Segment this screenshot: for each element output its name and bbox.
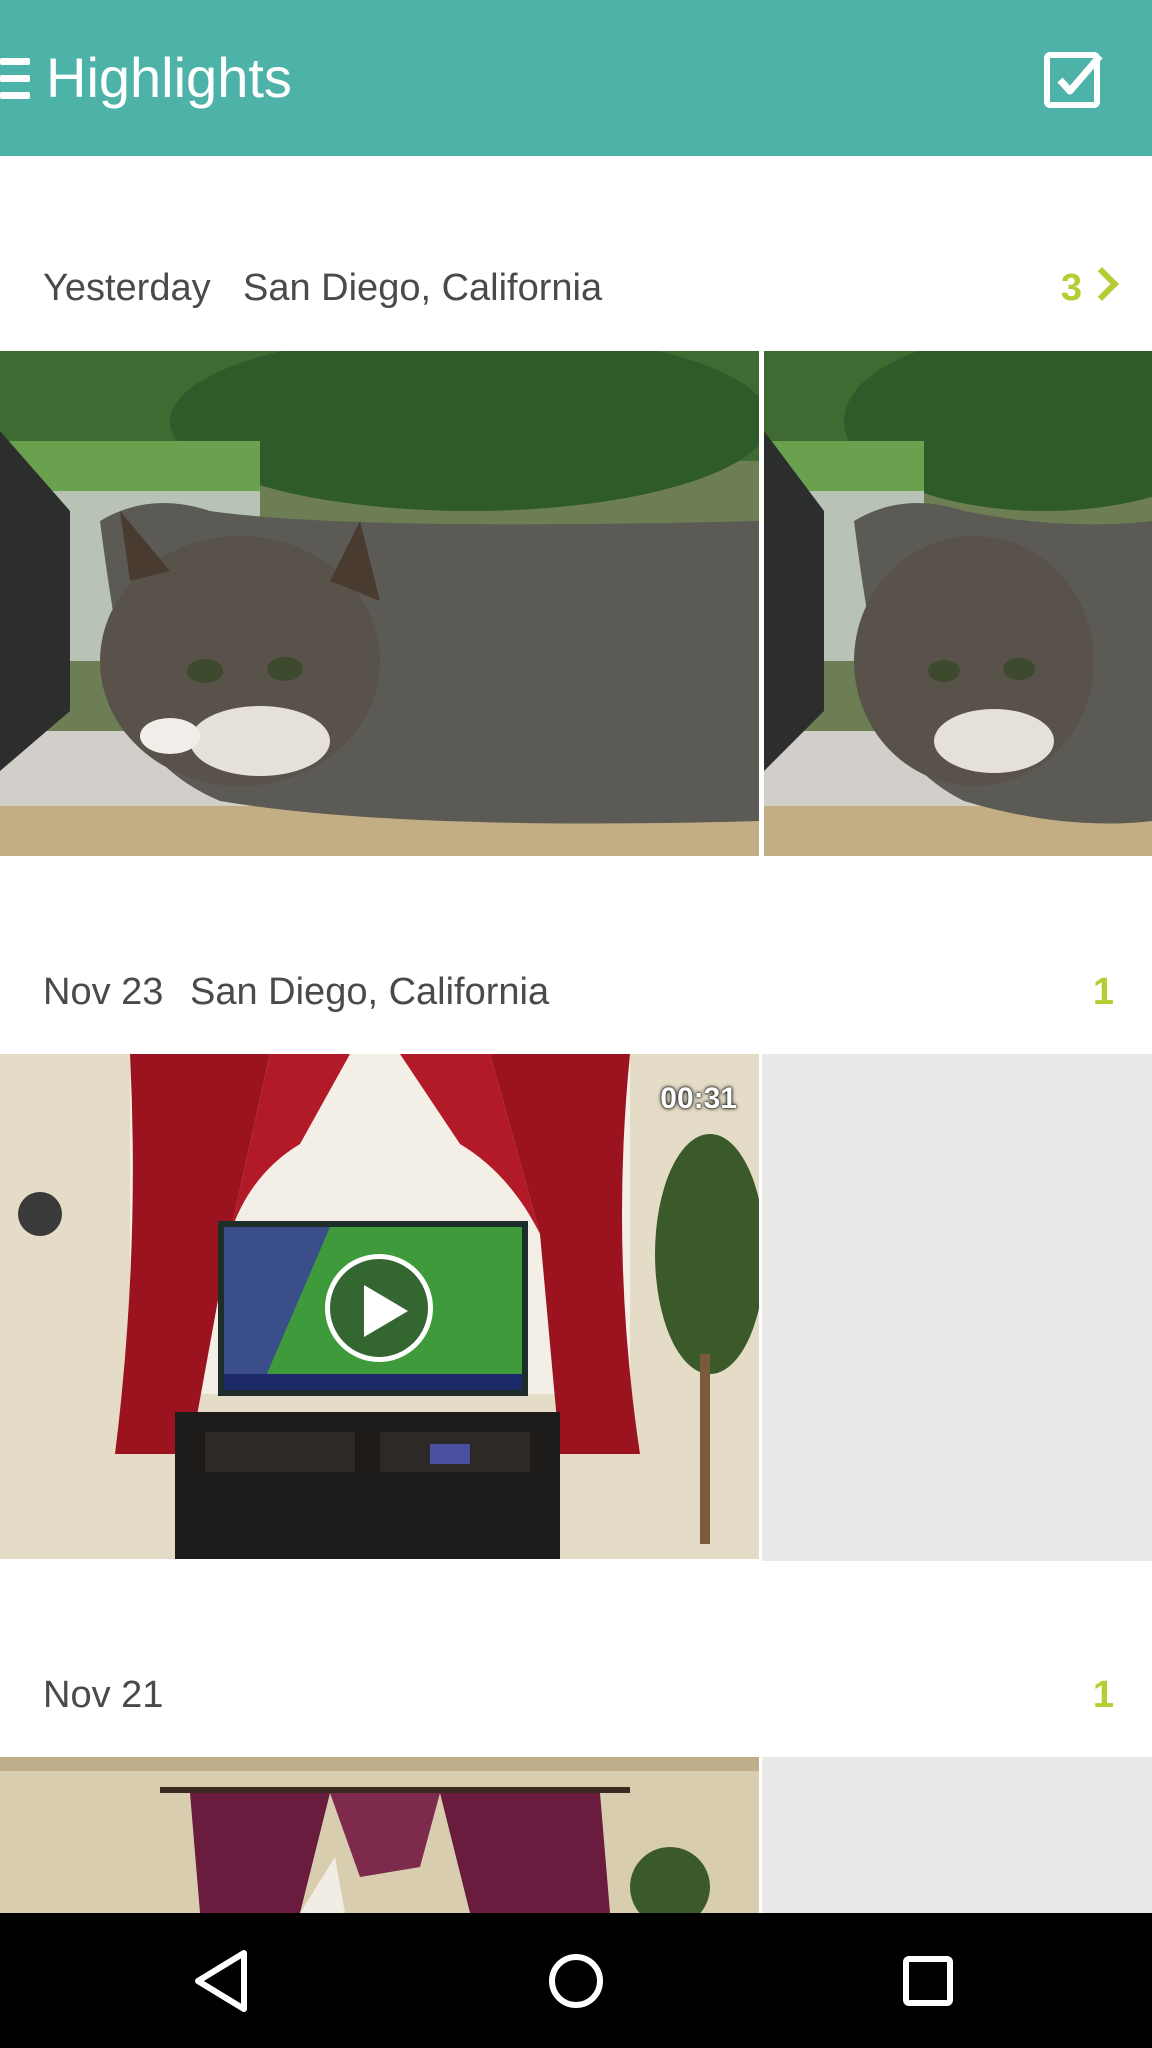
section-header-nov-23[interactable]: Nov 23 San Diego, California 1 bbox=[0, 962, 1152, 1022]
video-duration: 00:31 bbox=[660, 1082, 737, 1115]
section-count[interactable]: 1 bbox=[1093, 962, 1114, 1022]
home-circle-icon[interactable] bbox=[538, 1943, 614, 2019]
section-count[interactable]: 1 bbox=[1093, 1665, 1114, 1725]
recents-square-icon[interactable] bbox=[890, 1943, 966, 2019]
system-nav-bar bbox=[0, 1913, 1152, 2048]
photo-thumbnail[interactable] bbox=[0, 351, 759, 856]
section-date: Nov 21 bbox=[43, 1674, 164, 1716]
checkbox-icon[interactable] bbox=[1042, 48, 1106, 112]
hamburger-icon[interactable] bbox=[0, 58, 30, 100]
photo-thumbnail[interactable] bbox=[0, 1757, 759, 1913]
empty-tile bbox=[762, 1054, 1152, 1561]
section-location: San Diego, California bbox=[243, 267, 603, 309]
section-count[interactable]: 3 bbox=[1061, 258, 1119, 318]
section-location: San Diego, California bbox=[190, 971, 550, 1013]
section-date: Yesterday bbox=[43, 267, 211, 309]
play-icon[interactable] bbox=[325, 1254, 433, 1362]
app-bar: Highlights bbox=[0, 0, 1152, 156]
empty-tile bbox=[762, 1757, 1152, 1913]
back-triangle-icon[interactable] bbox=[186, 1943, 262, 2019]
section-header-yesterday[interactable]: Yesterday San Diego, California 3 bbox=[0, 258, 1152, 318]
page-title: Highlights bbox=[46, 46, 292, 109]
section-header-nov-21[interactable]: Nov 21 1 bbox=[0, 1665, 1152, 1725]
photo-thumbnail[interactable] bbox=[764, 351, 1152, 856]
section-date: Nov 23 bbox=[43, 971, 164, 1013]
video-thumbnail[interactable]: 00:31 bbox=[0, 1054, 759, 1559]
chevron-right-icon bbox=[1085, 267, 1119, 301]
